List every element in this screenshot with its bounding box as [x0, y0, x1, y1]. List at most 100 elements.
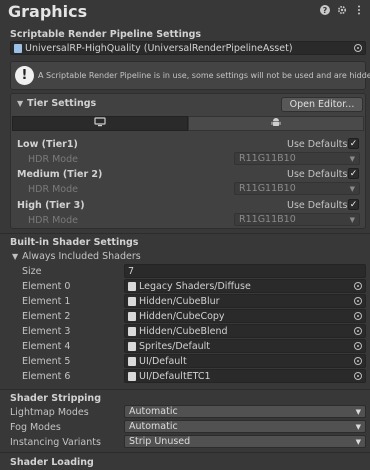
tier-low-label: Low (Tier1): [17, 139, 78, 150]
element-label: Element 0: [22, 281, 71, 292]
dropdown-arrow-icon: ▼: [349, 215, 355, 224]
use-defaults-label: Use Defaults: [287, 200, 348, 211]
shader-value: Hidden/CubeBlend: [139, 325, 228, 337]
use-defaults-label: Use Defaults: [287, 139, 348, 150]
size-label: Size: [22, 266, 42, 277]
shader-icon: [128, 371, 136, 381]
warning-icon: !: [15, 66, 34, 85]
fog-modes-label: Fog Modes: [10, 422, 61, 433]
dropdown-arrow-icon: ▼: [349, 184, 355, 193]
help-icon[interactable]: ?: [320, 5, 330, 15]
hdr-mode-value: R11G11B10: [239, 183, 296, 194]
object-picker-icon[interactable]: [354, 372, 362, 380]
shader-value: Hidden/CubeBlur: [139, 295, 220, 307]
foldout-arrow-icon: ▼: [17, 99, 24, 108]
object-picker-icon[interactable]: [354, 44, 362, 52]
element-label: Element 1: [22, 296, 71, 307]
platform-tabs: [12, 116, 364, 131]
shader-icon: [128, 311, 136, 321]
hdr-mode-label: HDR Mode: [28, 184, 78, 195]
shader-value: Legacy Shaders/Diffuse: [139, 280, 251, 292]
shader-icon: [128, 341, 136, 351]
use-defaults-checkbox-medium[interactable]: ✓: [348, 168, 359, 179]
section-divider: [0, 389, 370, 390]
shader-icon: [128, 281, 136, 291]
dropdown-arrow-icon: ▼: [355, 437, 361, 446]
shader-value: UI/Default: [139, 355, 187, 367]
desktop-icon: [94, 117, 106, 130]
use-defaults-label: Use Defaults: [287, 169, 348, 180]
tier-medium-label: Medium (Tier 2): [17, 169, 103, 180]
shader-icon: [128, 326, 136, 336]
shader-field[interactable]: Legacy Shaders/Diffuse: [124, 279, 366, 293]
element-label: Element 2: [22, 311, 71, 322]
dropdown-arrow-icon: ▼: [349, 154, 355, 163]
tab-android[interactable]: [188, 116, 364, 131]
use-defaults-checkbox-low[interactable]: ✓: [348, 138, 359, 149]
dropdown-value: Strip Unused: [129, 436, 191, 447]
shader-field[interactable]: Sprites/Default: [124, 339, 366, 353]
section-divider: [0, 233, 370, 234]
hdr-mode-value: R11G11B10: [239, 214, 296, 225]
more-icon[interactable]: [354, 5, 364, 15]
shader-field[interactable]: Hidden/CubeBlur: [124, 294, 366, 308]
open-editor-button[interactable]: Open Editor...: [281, 97, 363, 112]
hdr-mode-label: HDR Mode: [28, 215, 78, 226]
object-picker-icon[interactable]: [354, 342, 362, 350]
tier-settings-label: Tier Settings: [27, 98, 97, 109]
android-icon: [271, 117, 281, 131]
shader-field[interactable]: UI/DefaultETC1: [124, 369, 366, 383]
header-icons: ?: [320, 5, 364, 15]
shader-field[interactable]: Hidden/CubeCopy: [124, 309, 366, 323]
object-picker-icon[interactable]: [354, 357, 362, 365]
srp-asset-field[interactable]: UniversalRP-HighQuality (UniversalRender…: [10, 41, 366, 55]
hdr-mode-dropdown-high[interactable]: R11G11B10 ▼: [234, 213, 360, 226]
tab-desktop[interactable]: [12, 116, 188, 131]
tier-settings-foldout[interactable]: ▼ Tier Settings: [17, 98, 96, 109]
size-input[interactable]: 7: [124, 264, 366, 278]
shader-field[interactable]: UI/Default: [124, 354, 366, 368]
dropdown-value: Automatic: [129, 406, 178, 417]
dropdown-value: Automatic: [129, 421, 178, 432]
instancing-variants-label: Instancing Variants: [10, 437, 101, 448]
fog-modes-dropdown[interactable]: Automatic ▼: [124, 420, 366, 433]
always-included-foldout[interactable]: ▼ Always Included Shaders: [12, 251, 141, 262]
srp-settings-label: Scriptable Render Pipeline Settings: [10, 29, 202, 40]
dropdown-arrow-icon: ▼: [355, 422, 361, 431]
info-box: ! A Scriptable Render Pipeline is in use…: [10, 61, 370, 90]
shader-icon: [128, 296, 136, 306]
shader-value: UI/DefaultETC1: [139, 370, 211, 382]
lightmap-modes-label: Lightmap Modes: [10, 407, 89, 418]
instancing-variants-dropdown[interactable]: Strip Unused ▼: [124, 435, 366, 448]
shader-field[interactable]: Hidden/CubeBlend: [124, 324, 366, 338]
object-picker-icon[interactable]: [354, 297, 362, 305]
section-divider: [0, 452, 370, 453]
tier-settings-panel: ▼ Tier Settings Open Editor... Low (Tier…: [10, 93, 366, 229]
shader-value: Sprites/Default: [139, 340, 211, 352]
lightmap-modes-dropdown[interactable]: Automatic ▼: [124, 405, 366, 418]
object-picker-icon[interactable]: [354, 312, 362, 320]
hdr-mode-dropdown-medium[interactable]: R11G11B10 ▼: [234, 182, 360, 195]
settings-icon[interactable]: [337, 5, 347, 15]
element-label: Element 5: [22, 356, 71, 367]
shader-stripping-label: Shader Stripping: [10, 393, 101, 404]
shader-loading-label: Shader Loading: [10, 457, 94, 468]
builtin-shader-settings-label: Built-in Shader Settings: [10, 237, 139, 248]
element-label: Element 4: [22, 341, 71, 352]
info-text: A Scriptable Render Pipeline is in use, …: [38, 71, 370, 80]
object-picker-icon[interactable]: [354, 282, 362, 290]
element-label: Element 6: [22, 371, 71, 382]
render-pipeline-asset-icon: [14, 43, 22, 53]
use-defaults-checkbox-high[interactable]: ✓: [348, 199, 359, 210]
element-label: Element 3: [22, 326, 71, 337]
srp-asset-value: UniversalRP-HighQuality (UniversalRender…: [25, 42, 293, 54]
always-included-label: Always Included Shaders: [22, 251, 141, 262]
dropdown-arrow-icon: ▼: [355, 407, 361, 416]
hdr-mode-label: HDR Mode: [28, 154, 78, 165]
hdr-mode-value: R11G11B10: [239, 153, 296, 164]
object-picker-icon[interactable]: [354, 327, 362, 335]
hdr-mode-dropdown-low[interactable]: R11G11B10 ▼: [234, 152, 360, 165]
shader-icon: [128, 356, 136, 366]
foldout-arrow-icon: ▼: [12, 252, 19, 261]
page-title: Graphics: [8, 2, 88, 21]
